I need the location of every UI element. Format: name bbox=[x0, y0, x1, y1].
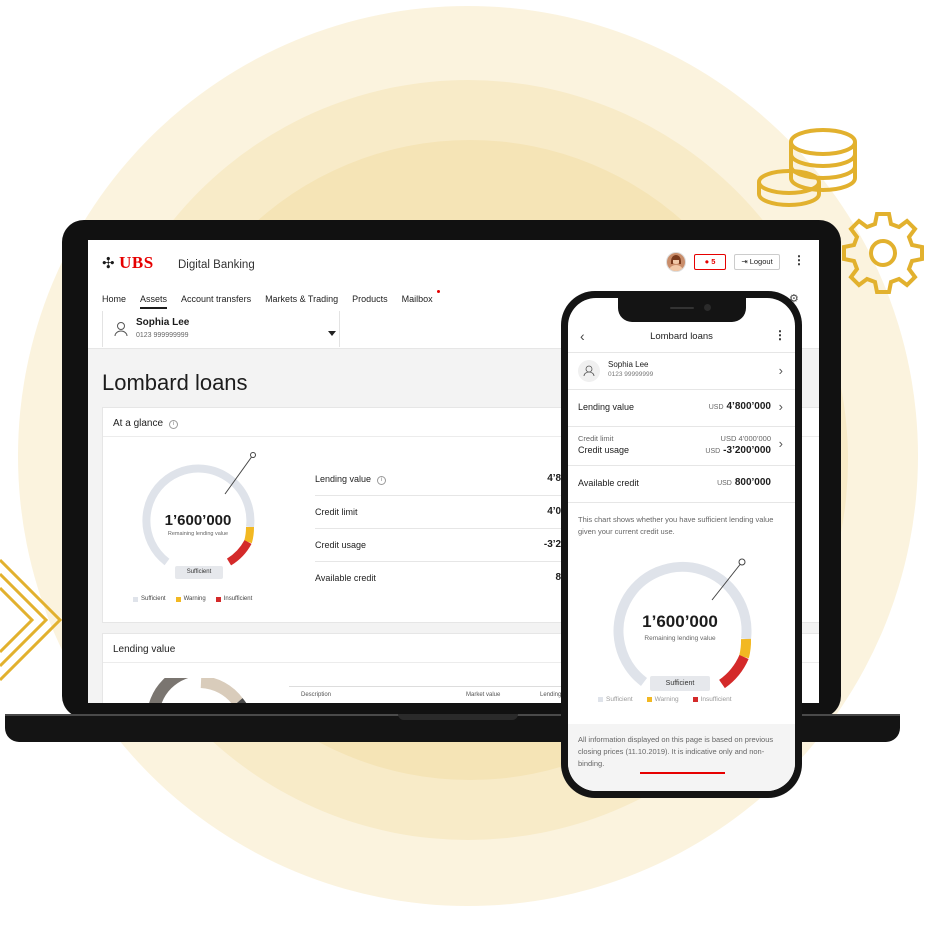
user-icon bbox=[114, 322, 128, 337]
logout-button[interactable]: ⇥ Logout bbox=[734, 254, 780, 270]
chevron-right-icon: › bbox=[778, 436, 783, 451]
logout-icon: ⇥ bbox=[741, 257, 748, 266]
disclaimer-text: All information displayed on this page i… bbox=[578, 735, 774, 768]
gauge-insufficient-arc bbox=[226, 539, 252, 566]
lending-donut bbox=[149, 678, 247, 703]
credit-limit-value: USD 4’000’000 bbox=[720, 434, 771, 443]
legend-warning: Warning bbox=[175, 596, 206, 602]
nav-item-home[interactable]: Home bbox=[102, 294, 126, 304]
main-nav: Home Assets Account transfers Markets & … bbox=[102, 290, 440, 309]
user-account-number: 0123 999999999 bbox=[136, 332, 189, 339]
column-header-market-value[interactable]: Market value bbox=[466, 692, 500, 698]
caret-down-icon bbox=[328, 331, 336, 336]
user-selector[interactable]: Sophia Lee 0123 999999999 bbox=[102, 311, 340, 347]
legend-sufficient: Sufficient bbox=[133, 596, 166, 602]
phone-available-credit-row: Available credit USD 800’000 bbox=[568, 465, 795, 503]
unread-dot-icon bbox=[436, 290, 440, 293]
ubs-keys-icon: ✣ bbox=[102, 254, 116, 272]
row-label: Credit limit bbox=[315, 507, 358, 517]
row-credit-usage: Credit usage -3’200’ bbox=[315, 528, 575, 562]
gauge-value: 1’600’000 bbox=[164, 512, 232, 529]
phone-lending-value-row[interactable]: Lending value USD 4’800’000 › bbox=[568, 389, 795, 427]
ubs-logo[interactable]: ✣ UBS bbox=[102, 253, 154, 273]
gauge-insufficient-arc bbox=[718, 654, 749, 689]
avatar[interactable] bbox=[666, 252, 686, 272]
gauge-needle-tip bbox=[738, 558, 746, 566]
gauge-legend: Sufficient Warning Insufficient bbox=[133, 596, 252, 602]
home-indicator bbox=[640, 772, 725, 774]
camera-icon bbox=[704, 304, 711, 311]
phone-credit-row[interactable]: Credit limit USD 4’000’000 Credit usage … bbox=[568, 426, 795, 466]
user-avatar-icon bbox=[578, 360, 600, 382]
nav-item-mailbox[interactable]: Mailbox bbox=[402, 290, 440, 304]
nav-item-account-transfers[interactable]: Account transfers bbox=[181, 294, 251, 304]
status-badge: Sufficient bbox=[175, 566, 223, 579]
legend-insufficient: Insufficient bbox=[692, 696, 732, 703]
card-title: Lending value bbox=[113, 644, 176, 655]
legend-warning: Warning bbox=[646, 696, 679, 703]
row-label: Available credit bbox=[315, 573, 376, 583]
credit-limit-label: Credit limit bbox=[578, 434, 614, 443]
gear-icon bbox=[842, 212, 924, 294]
phone-title: Lombard loans bbox=[650, 331, 713, 342]
row-available-credit: Available credit 800’ bbox=[315, 561, 575, 594]
phone-notch bbox=[618, 298, 746, 322]
user-name: Sophia Lee bbox=[136, 317, 190, 328]
laptop-notch bbox=[398, 714, 518, 720]
row-label: Credit usage bbox=[315, 540, 367, 550]
gauge-needle-tip bbox=[250, 452, 256, 458]
phone-user-name: Sophia Lee bbox=[608, 360, 649, 369]
nav-item-markets-trading[interactable]: Markets & Trading bbox=[265, 294, 338, 304]
drop-icon: ● bbox=[704, 257, 710, 266]
chart-description: This chart shows whether you have suffic… bbox=[578, 515, 774, 536]
disclaimer-panel: All information displayed on this page i… bbox=[568, 724, 795, 791]
phone-user-account: 0123 99999999 bbox=[608, 371, 654, 378]
speaker-icon bbox=[670, 307, 694, 309]
info-icon[interactable]: i bbox=[169, 420, 179, 429]
credit-usage-label: Credit usage bbox=[578, 445, 630, 455]
legend-insufficient: Insufficient bbox=[215, 596, 252, 602]
page-title: Lombard loans bbox=[102, 370, 248, 395]
kebab-icon[interactable]: ⋮ bbox=[793, 253, 805, 267]
column-header-lending[interactable]: Lending bbox=[540, 692, 561, 698]
column-header-description[interactable]: Description bbox=[301, 692, 331, 698]
row-value: USD 800’000 bbox=[717, 477, 771, 488]
phone-gauge-sublabel: Remaining lending value bbox=[644, 635, 716, 642]
chevron-right-icon: › bbox=[778, 363, 783, 378]
row-value: USD 4’800’000 bbox=[708, 401, 771, 412]
nav-item-assets[interactable]: Assets bbox=[140, 294, 168, 309]
notification-badge[interactable]: ● 5 bbox=[694, 254, 726, 270]
chevron-right-icon: › bbox=[778, 399, 783, 414]
phone-user-row[interactable]: Sophia Lee 0123 99999999 › bbox=[568, 353, 795, 390]
row-label: Available credit bbox=[578, 478, 639, 488]
phone-screen: ‹ Lombard loans ⋮ Sophia Lee 0123 999999… bbox=[568, 298, 795, 791]
row-lending-value: Lending valuei 4’800’ bbox=[315, 462, 575, 496]
nav-item-products[interactable]: Products bbox=[352, 294, 388, 304]
phone-gauge-value: 1’600’000 bbox=[642, 612, 718, 631]
phone-status-badge: Sufficient bbox=[650, 676, 710, 691]
gauge-sublabel: Remaining lending value bbox=[167, 531, 229, 537]
phone-kebab-icon[interactable]: ⋮ bbox=[774, 328, 786, 342]
info-icon[interactable]: i bbox=[377, 476, 387, 485]
card-title: At a glance i bbox=[113, 418, 179, 429]
phone-gauge-legend: Sufficient Warning Insufficient bbox=[598, 696, 732, 703]
credit-usage-value: USD -3’200’000 bbox=[705, 445, 771, 456]
row-label: Lending value bbox=[315, 474, 372, 484]
row-label: Lending value bbox=[578, 402, 635, 412]
app-name: Digital Banking bbox=[178, 259, 255, 271]
row-credit-limit: Credit limit 4’000’ bbox=[315, 495, 575, 529]
legend-sufficient: Sufficient bbox=[598, 696, 633, 703]
